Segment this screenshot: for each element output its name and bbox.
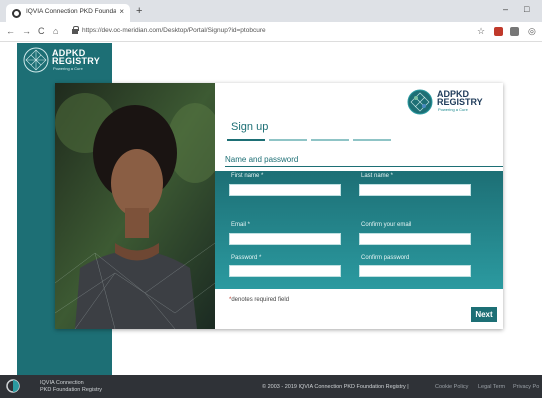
- confirm-password-label: Confirm password: [361, 255, 410, 261]
- card-brand-line2: REGISTRY: [437, 97, 483, 107]
- next-button[interactable]: Next: [471, 307, 497, 322]
- progress-step-1: [227, 139, 265, 141]
- portrait-photo: [55, 83, 215, 329]
- progress-step-4: [353, 139, 391, 141]
- registry-logo-icon: [407, 89, 433, 115]
- address-bar-row: ← → C ⌂ https://dev.oc-meridian.com/Desk…: [0, 22, 542, 42]
- signup-card: ADPKD REGISTRY Powering a Cure Sign up N…: [55, 83, 503, 329]
- section-heading: Name and password: [225, 155, 299, 164]
- home-icon[interactable]: ⌂: [53, 26, 58, 36]
- sidebar-brand-line2: REGISTRY: [52, 56, 101, 66]
- new-tab-button[interactable]: +: [136, 5, 142, 17]
- first-name-label: First name *: [231, 173, 264, 179]
- tab-title: IQVIA Connection PKD Foundatio: [26, 8, 116, 15]
- page-title: Sign up: [231, 121, 269, 133]
- browser-window: IQVIA Connection PKD Foundatio × + – □ ←…: [0, 0, 542, 398]
- email-label: Email *: [231, 222, 251, 228]
- required-note-text: denotes required field: [231, 297, 290, 303]
- extension-icon[interactable]: [494, 27, 503, 36]
- email-field[interactable]: [229, 233, 341, 245]
- page-content: ADPKD REGISTRY Powering a Cure ADPKD REG…: [0, 43, 542, 375]
- iqvia-logo-icon: [6, 379, 20, 393]
- url-field[interactable]: https://dev.oc-meridian.com/Desktop/Port…: [82, 27, 266, 34]
- maximize-button[interactable]: □: [524, 4, 529, 14]
- registry-logo-icon: [23, 47, 49, 73]
- card-tagline: Powering a Cure: [438, 107, 468, 112]
- confirm-password-field[interactable]: [359, 265, 471, 277]
- confirm-email-field[interactable]: [359, 233, 471, 245]
- sidebar-tagline: Powering a Cure: [53, 66, 83, 71]
- cookie-policy-link[interactable]: Cookie Policy: [435, 384, 468, 390]
- favicon-icon: [12, 9, 21, 18]
- extension-icon-2[interactable]: [510, 27, 519, 36]
- password-field[interactable]: [229, 265, 341, 277]
- footer: IQVIA Connection PKD Foundation Registry…: [0, 375, 542, 398]
- last-name-label: Last name *: [361, 173, 394, 179]
- back-icon[interactable]: ←: [6, 26, 15, 36]
- required-note: *denotes required field: [229, 297, 289, 303]
- privacy-policy-link[interactable]: Privacy Po: [513, 384, 539, 390]
- confirm-email-label: Confirm your email: [361, 222, 412, 228]
- reload-icon[interactable]: C: [38, 26, 45, 36]
- legal-term-link[interactable]: Legal Term: [478, 384, 505, 390]
- footer-copyright: © 2003 - 2019 IQVIA Connection PKD Found…: [262, 384, 409, 390]
- profile-icon[interactable]: ◎: [528, 26, 536, 37]
- footer-name-line1: IQVIA Connection: [40, 380, 84, 386]
- signup-form: ADPKD REGISTRY Powering a Cure Sign up N…: [215, 83, 503, 329]
- first-name-field[interactable]: [229, 184, 341, 196]
- tab-bar: IQVIA Connection PKD Foundatio × + – □: [0, 0, 542, 22]
- tab-close-icon[interactable]: ×: [119, 7, 124, 16]
- form-fields-panel: First name * Last name * Email * Confirm…: [215, 171, 503, 289]
- lock-icon: [72, 26, 79, 34]
- browser-tab[interactable]: IQVIA Connection PKD Foundatio ×: [6, 4, 130, 22]
- progress-step-3: [311, 139, 349, 141]
- last-name-field[interactable]: [359, 184, 471, 196]
- footer-name-line2: PKD Foundation Registry: [40, 387, 103, 393]
- password-label: Password *: [231, 255, 262, 261]
- section-divider: [225, 166, 503, 167]
- progress-step-2: [269, 139, 307, 141]
- forward-icon[interactable]: →: [22, 26, 31, 36]
- bookmark-star-icon[interactable]: ☆: [477, 26, 485, 37]
- minimize-button[interactable]: –: [503, 4, 508, 14]
